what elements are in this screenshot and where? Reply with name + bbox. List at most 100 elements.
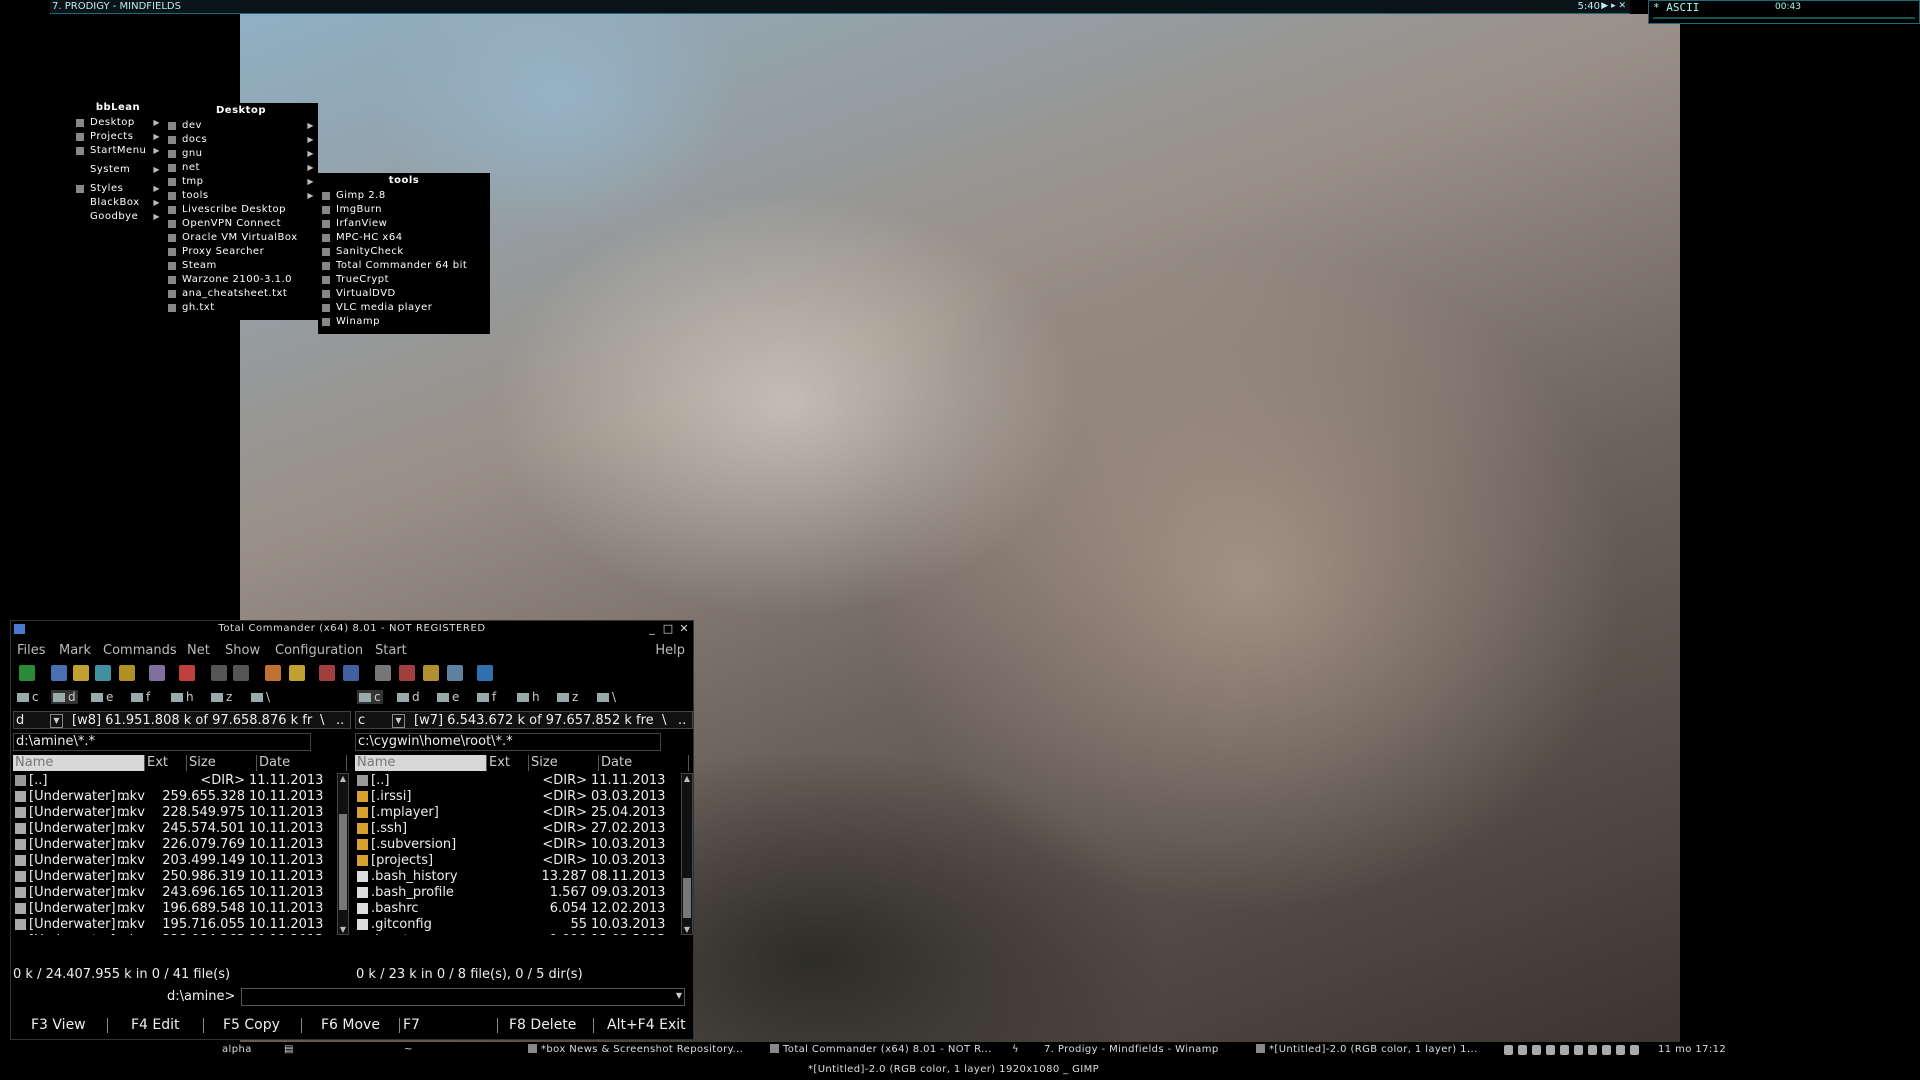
root-button[interactable]: \ <box>662 713 666 728</box>
scroll-down-icon[interactable]: ▼ <box>338 925 348 934</box>
multi-rename-icon[interactable] <box>399 665 415 681</box>
forward-arrow-icon[interactable] <box>233 665 249 681</box>
column-size[interactable]: Size <box>529 755 599 771</box>
file-row[interactable]: [.irssi] <DIR> 03.03.2013 <box>355 789 677 805</box>
file-row[interactable]: .inputrc 1.919 12.02.2013 <box>355 933 677 935</box>
sync-dirs-icon[interactable] <box>423 665 439 681</box>
menu-item-tools[interactable]: tools ▶ <box>164 189 318 203</box>
file-row[interactable]: [Underwater] .. mkv 228.549.975 10.11.2013 <box>13 805 333 821</box>
volume-icon[interactable] <box>1602 1045 1611 1055</box>
file-row[interactable]: .bash_profile 1.567 09.03.2013 <box>355 885 677 901</box>
drive-button-network[interactable]: \ <box>597 690 616 704</box>
file-row[interactable]: [Underwater] .. mkv 203.499.149 10.11.2013 <box>13 853 333 869</box>
command-input[interactable]: ▼ <box>241 988 685 1006</box>
drive-button-network[interactable]: \ <box>251 690 270 704</box>
f4-edit-button[interactable]: F4 Edit <box>131 1017 180 1033</box>
menu-item-mpc-hc[interactable]: MPC-HC x64 <box>318 231 490 245</box>
menu-help[interactable]: Help <box>655 643 685 658</box>
drive-button-c[interactable]: c <box>357 690 383 704</box>
left-current-path[interactable]: d:\amine\*.* <box>13 733 311 751</box>
drive-button-f[interactable]: f <box>131 690 150 704</box>
alt-f4-exit-button[interactable]: Alt+F4 Exit <box>607 1017 686 1033</box>
chevron-down-icon[interactable]: ▼ <box>392 714 405 728</box>
file-row[interactable]: .bash_history 13.287 08.11.2013 <box>355 869 677 885</box>
file-row[interactable]: [Underwater] .. mkv 245.574.501 10.11.2013 <box>13 821 333 837</box>
file-row[interactable]: [.ssh] <DIR> 27.02.2013 <box>355 821 677 837</box>
drive-button-f[interactable]: f <box>477 690 496 704</box>
file-row[interactable]: .bashrc 6.054 12.02.2013 <box>355 901 677 917</box>
invert-selection-icon[interactable] <box>149 665 165 681</box>
menu-item-irfanview[interactable]: IrfanView <box>318 217 490 231</box>
menu-show[interactable]: Show <box>225 643 260 658</box>
f8-delete-button[interactable]: F8 Delete <box>509 1017 576 1033</box>
tray-app-icon[interactable] <box>1560 1045 1569 1055</box>
drive-button-h[interactable]: h <box>171 690 194 704</box>
menu-item-steam[interactable]: Steam <box>164 259 318 273</box>
media-controls[interactable]: ▶ ▸ ✕ <box>1601 0 1626 13</box>
refresh-icon[interactable] <box>19 665 35 681</box>
menu-item-gimp[interactable]: Gimp 2.8 <box>318 189 490 203</box>
menu-item-projects[interactable]: Projects ▶ <box>72 130 164 144</box>
drive-button-d[interactable]: d <box>397 690 420 704</box>
menu-item-proxy-searcher[interactable]: Proxy Searcher <box>164 245 318 259</box>
menu-item-styles[interactable]: Styles ▶ <box>72 182 164 196</box>
scroll-down-icon[interactable]: ▼ <box>682 925 692 934</box>
minimize-icon[interactable]: _ <box>645 622 659 636</box>
bluetooth-icon[interactable] <box>1504 1045 1513 1055</box>
tree-icon[interactable] <box>119 665 135 681</box>
brief-view-icon[interactable] <box>51 665 67 681</box>
f5-copy-button[interactable]: F5 Copy <box>223 1017 280 1033</box>
tray-app-icon[interactable] <box>1532 1045 1541 1055</box>
unpack-icon[interactable] <box>289 665 305 681</box>
file-row[interactable]: [.subversion] <DIR> 10.03.2013 <box>355 837 677 853</box>
close-icon[interactable]: ✕ <box>677 622 691 636</box>
menu-item-startmenu[interactable]: StartMenu ▶ <box>72 144 164 158</box>
menu-item-warzone[interactable]: Warzone 2100-3.1.0 <box>164 273 318 287</box>
menu-item-livescribe[interactable]: Livescribe Desktop <box>164 203 318 217</box>
drive-button-e[interactable]: e <box>91 690 113 704</box>
winamp-lightning-icon[interactable]: ϟ <box>1012 1044 1019 1055</box>
menu-item-virtualdvd[interactable]: VirtualDVD <box>318 287 490 301</box>
menu-item-system[interactable]: System ▶ <box>72 163 164 177</box>
drive-button-e[interactable]: e <box>437 690 459 704</box>
menu-item-net[interactable]: net ▶ <box>164 161 318 175</box>
ftp-new-connection-icon[interactable] <box>343 665 359 681</box>
scroll-up-icon[interactable]: ▲ <box>338 774 348 783</box>
notepad-icon[interactable] <box>477 665 493 681</box>
left-drive-select[interactable]: d <box>16 713 24 728</box>
file-row[interactable]: [.mplayer] <DIR> 25.04.2013 <box>355 805 677 821</box>
chevron-down-icon[interactable]: ▼ <box>676 991 682 1000</box>
maximize-icon[interactable]: □ <box>661 622 675 636</box>
menu-files[interactable]: Files <box>17 643 46 658</box>
right-current-path[interactable]: c:\cygwin\home\root\*.* <box>355 733 661 751</box>
menu-mark[interactable]: Mark <box>59 643 91 658</box>
task-browser[interactable]: *box News & Screenshot Repository... <box>528 1044 743 1055</box>
right-drive-select[interactable]: c <box>358 713 365 728</box>
file-row[interactable]: [Underwater] .. mkv 195.716.055 10.11.2013 <box>13 917 333 933</box>
left-scrollbar[interactable]: ▲ ▼ <box>337 773 349 935</box>
menu-item-goodbye[interactable]: Goodbye ▶ <box>72 210 164 224</box>
menu-item-vlc[interactable]: VLC media player <box>318 301 490 315</box>
file-row[interactable]: [Underwater] .. mkv 259.655.328 10.11.2013 <box>13 789 333 805</box>
drive-button-z[interactable]: z <box>557 690 578 704</box>
menu-configuration[interactable]: Configuration <box>275 643 363 658</box>
menu-commands[interactable]: Commands <box>103 643 177 658</box>
file-row[interactable]: [Underwater] .. mkv 243.696.165 10.11.2013 <box>13 885 333 901</box>
f3-view-button[interactable]: F3 View <box>31 1017 86 1033</box>
scroll-thumb[interactable] <box>339 814 347 910</box>
file-row[interactable]: [projects] <DIR> 10.03.2013 <box>355 853 677 869</box>
chevron-down-icon[interactable]: ▼ <box>50 714 63 728</box>
full-view-icon[interactable] <box>73 665 89 681</box>
menu-item-tmp[interactable]: tmp ▶ <box>164 175 318 189</box>
column-name[interactable]: Name <box>355 755 487 771</box>
workspace-label[interactable]: alpha <box>222 1044 252 1055</box>
menu-item-docs[interactable]: docs ▶ <box>164 133 318 147</box>
drive-button-d[interactable]: d <box>51 690 78 704</box>
menu-item-gnu[interactable]: gnu ▶ <box>164 147 318 161</box>
right-scrollbar[interactable]: ▲ ▼ <box>681 773 693 935</box>
menu-item-openvpn[interactable]: OpenVPN Connect <box>164 217 318 231</box>
tray-app-icon[interactable] <box>1616 1045 1625 1055</box>
ftp-connect-icon[interactable] <box>319 665 335 681</box>
pack-icon[interactable] <box>265 665 281 681</box>
file-row[interactable]: [..] <DIR> 11.11.2013 <box>13 773 333 789</box>
